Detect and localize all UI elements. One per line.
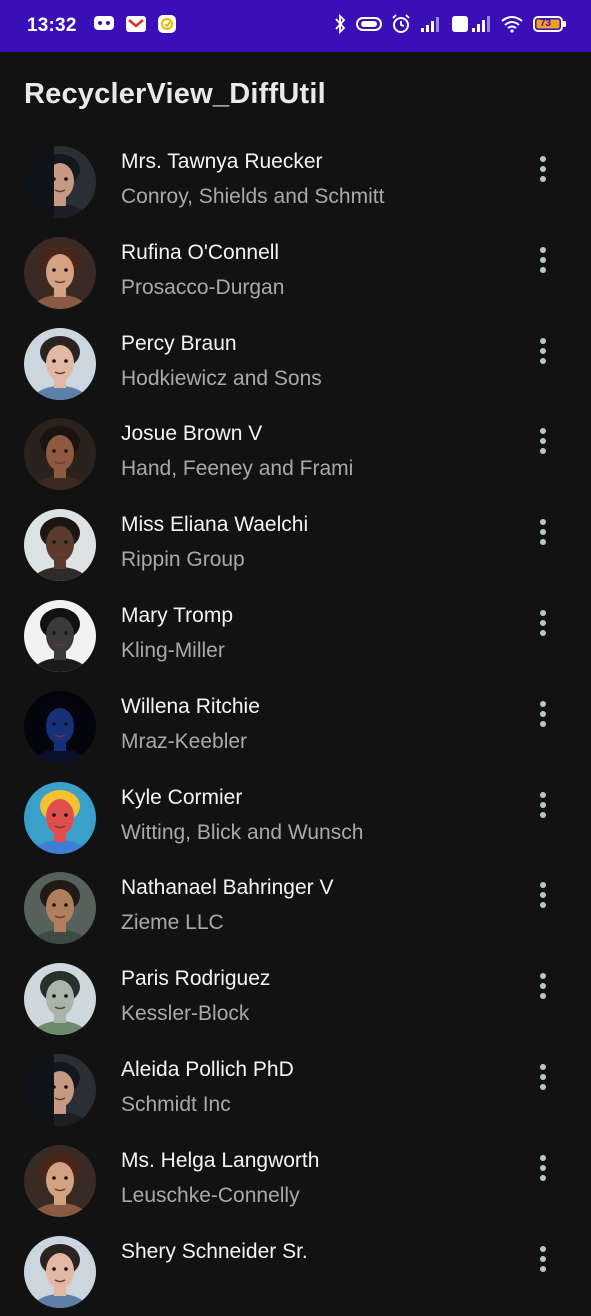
more-vert-icon[interactable] (526, 1151, 560, 1185)
more-vert-icon[interactable] (526, 788, 560, 822)
bluetooth-icon (333, 13, 347, 39)
contact-company: Hand, Feeney and Frami (121, 457, 354, 481)
more-vert-icon[interactable] (526, 969, 560, 1003)
battery-level: 73 (540, 17, 552, 29)
contact-list[interactable]: Mrs. Tawnya Ruecker Conroy, Shields and S… (0, 136, 591, 1316)
more-vert-icon[interactable] (526, 424, 560, 458)
contact-row[interactable]: Ms. Helga Langworth Leuschke-Connelly (0, 1135, 591, 1226)
signal-icon (420, 15, 442, 38)
contact-row[interactable]: Miss Eliana Waelchi Rippin Group (0, 499, 591, 590)
more-vert-icon[interactable] (526, 152, 560, 186)
contact-row[interactable]: Percy Braun Hodkiewicz and Sons (0, 318, 591, 409)
contact-avatar (24, 599, 96, 672)
more-vert-icon[interactable] (526, 243, 560, 277)
contact-name: Mary Tromp (121, 603, 234, 627)
contact-avatar (24, 690, 96, 763)
more-vert-icon[interactable] (526, 878, 560, 912)
contact-name: Miss Eliana Waelchi (121, 513, 309, 537)
contact-company: Schmidt Inc (121, 1092, 231, 1116)
contact-name: Rufina O'Connell (121, 240, 280, 264)
contact-avatar (24, 327, 96, 400)
contact-row[interactable]: Willena Ritchie Mraz-Keebler (0, 681, 591, 772)
contact-avatar (24, 146, 96, 218)
more-vert-icon[interactable] (526, 334, 560, 368)
contact-name: Paris Rodriguez (121, 967, 271, 991)
contact-row[interactable]: Josue Brown V Hand, Feeney and Frami (0, 408, 591, 499)
contact-name: Nathanael Bahringer V (121, 876, 334, 900)
contact-name: Josue Brown V (121, 422, 263, 446)
contact-name: Aleida Pollich PhD (121, 1057, 294, 1081)
contact-name: Kyle Cormier (121, 785, 243, 809)
contact-company: Zieme LLC (121, 911, 224, 935)
more-vert-icon[interactable] (526, 697, 560, 731)
contact-avatar (24, 1144, 96, 1217)
contact-company: Leuschke-Connelly (121, 1183, 300, 1207)
contact-row[interactable]: Nathanael Bahringer V Zieme LLC (0, 862, 591, 953)
contact-company: Witting, Blick and Wunsch (121, 820, 364, 844)
contact-company: Kessler-Block (121, 1002, 250, 1026)
contact-name: Mrs. Tawnya Ruecker (121, 150, 323, 173)
contact-row[interactable]: Rufina O'Connell Prosacco-Durgan (0, 227, 591, 318)
volte-signal-icon (451, 15, 491, 38)
gmail-icon (125, 15, 147, 38)
more-vert-icon[interactable] (526, 1060, 560, 1094)
contact-name: Percy Braun (121, 331, 237, 355)
more-vert-icon[interactable] (526, 1242, 560, 1276)
contact-company: Mraz-Keebler (121, 729, 248, 753)
contact-avatar (24, 781, 96, 854)
contact-company: Rippin Group (121, 548, 245, 572)
more-vert-icon[interactable] (526, 515, 560, 549)
more-vert-icon[interactable] (526, 606, 560, 640)
contact-company: Kling-Miller (121, 638, 225, 662)
contact-avatar (24, 236, 96, 309)
contact-company: Hodkiewicz and Sons (121, 366, 322, 390)
status-time: 13:32 (27, 15, 77, 36)
app-title: RecyclerView_DiffUtil (24, 78, 326, 110)
contact-row[interactable]: Paris Rodriguez Kessler-Block (0, 953, 591, 1044)
battery-icon: 73 (533, 15, 567, 38)
contact-row[interactable]: Mrs. Tawnya Ruecker Conroy, Shields and S… (0, 136, 591, 227)
wifi-icon (500, 15, 524, 38)
contact-row[interactable]: Kyle Cormier Witting, Blick and Wunsch (0, 772, 591, 863)
contact-name: Shery Schneider Sr. (121, 1239, 308, 1263)
chat-app-icon (93, 15, 115, 38)
contact-row[interactable]: Aleida Pollich PhD Schmidt Inc (0, 1044, 591, 1135)
status-bar: 13:32 73 (0, 0, 591, 52)
contact-name: Willena Ritchie (121, 694, 260, 718)
sync-app-icon (157, 14, 177, 39)
contact-avatar (24, 418, 96, 491)
toggle-icon (356, 16, 382, 37)
alarm-icon (391, 13, 411, 39)
contact-company: Prosacco-Durgan (121, 275, 285, 299)
contact-avatar (24, 1235, 96, 1308)
contact-row[interactable]: Mary Tromp Kling-Miller (0, 590, 591, 681)
contact-avatar (24, 872, 96, 945)
contact-company: Conroy, Shields and Schmitt (121, 185, 385, 208)
contact-row[interactable]: Shery Schneider Sr. (0, 1226, 591, 1316)
contact-avatar (24, 1053, 96, 1126)
contact-avatar (24, 509, 96, 582)
contact-name: Ms. Helga Langworth (121, 1148, 320, 1172)
contact-avatar (24, 963, 96, 1036)
